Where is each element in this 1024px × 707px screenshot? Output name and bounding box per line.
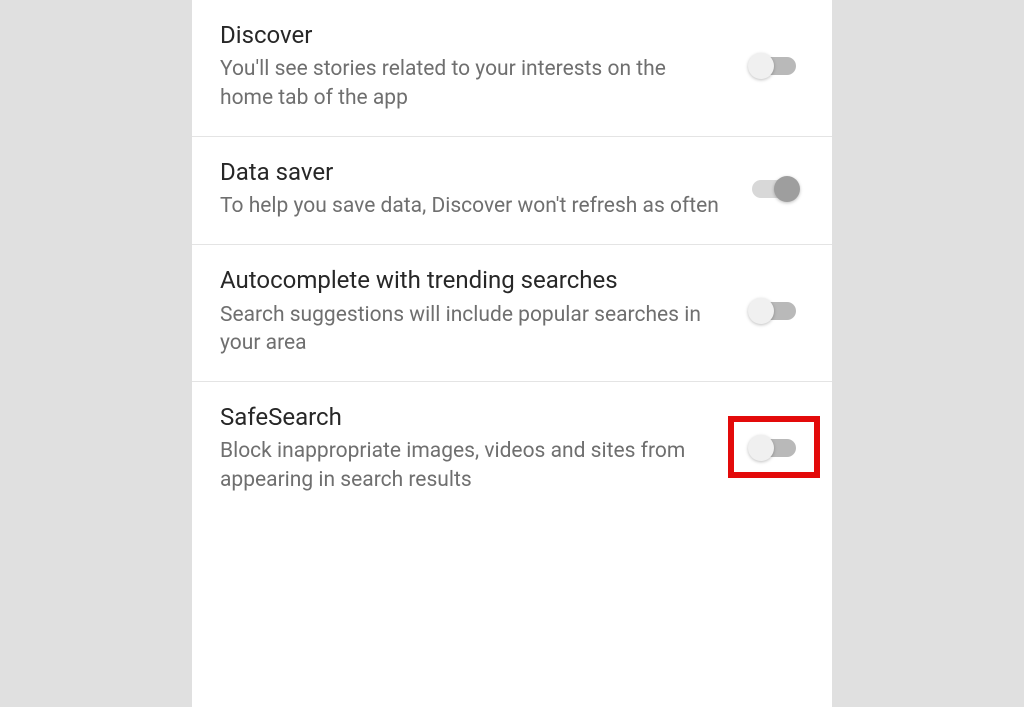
- toggle-discover[interactable]: [744, 48, 804, 84]
- setting-description: You'll see stories related to your inter…: [220, 55, 720, 112]
- setting-description: Search suggestions will include popular …: [220, 301, 720, 358]
- setting-safesearch[interactable]: SafeSearch Block inappropriate images, v…: [192, 382, 832, 518]
- setting-text: Discover You'll see stories related to y…: [220, 20, 744, 112]
- setting-title: Data saver: [220, 157, 720, 188]
- setting-description: To help you save data, Discover won't re…: [220, 192, 720, 220]
- setting-description: Block inappropriate images, videos and s…: [220, 437, 720, 494]
- toggle-thumb: [748, 53, 774, 79]
- setting-discover[interactable]: Discover You'll see stories related to y…: [192, 0, 832, 137]
- setting-data-saver[interactable]: Data saver To help you save data, Discov…: [192, 137, 832, 246]
- setting-title: Autocomplete with trending searches: [220, 265, 720, 296]
- setting-title: Discover: [220, 20, 720, 51]
- toggle-data-saver[interactable]: [744, 171, 804, 207]
- toggle-track: [752, 180, 796, 198]
- toggle-track: [752, 302, 796, 320]
- setting-title: SafeSearch: [220, 402, 720, 433]
- toggle-track: [752, 439, 796, 457]
- toggle-autocomplete[interactable]: [744, 293, 804, 329]
- toggle-thumb: [748, 435, 774, 461]
- setting-text: Data saver To help you save data, Discov…: [220, 157, 744, 221]
- setting-text: SafeSearch Block inappropriate images, v…: [220, 402, 744, 494]
- setting-text: Autocomplete with trending searches Sear…: [220, 265, 744, 357]
- toggle-safesearch[interactable]: [744, 430, 804, 466]
- toggle-thumb: [748, 298, 774, 324]
- toggle-track: [752, 57, 796, 75]
- toggle-thumb: [774, 176, 800, 202]
- setting-autocomplete[interactable]: Autocomplete with trending searches Sear…: [192, 245, 832, 382]
- settings-panel: Discover You'll see stories related to y…: [192, 0, 832, 707]
